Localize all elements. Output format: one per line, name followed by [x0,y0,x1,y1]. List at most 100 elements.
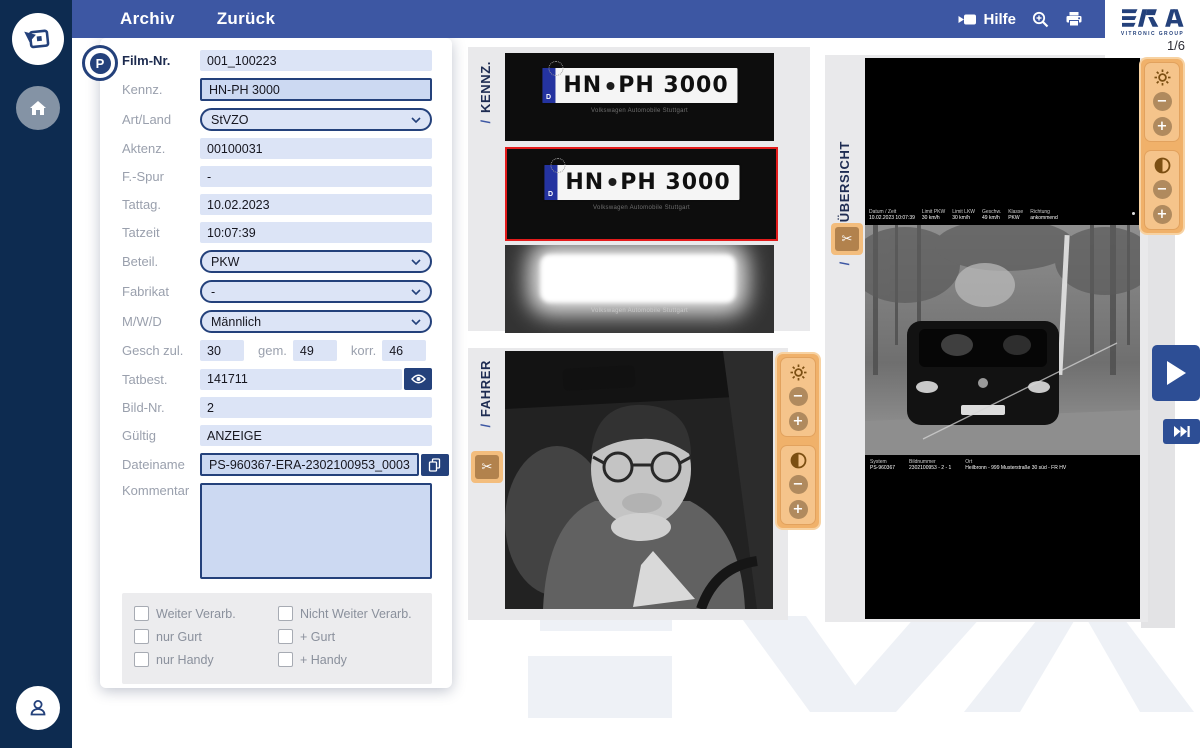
geschlecht-select[interactable]: Männlich [200,310,432,333]
telemetry-overlay: Datum / Zeit10.02.2023 10:07:39 Limit PK… [869,209,1058,221]
fabrikat-select[interactable]: - [200,280,432,303]
field-label: Film-Nr. [122,53,200,68]
checkbox-label: Nicht Weiter Verarb. [300,607,412,621]
plate-badge-icon [608,178,616,186]
select-value: PKW [211,255,239,269]
bild-nr-input[interactable]: 2 [200,397,432,418]
crop-overview-button[interactable]: ✂ [831,223,863,255]
fahrspur-input[interactable]: - [200,166,432,187]
field-label: Kommentar [122,483,200,498]
vitronic-emblem-icon [21,22,55,56]
select-value: Männlich [211,315,261,329]
field-label: Gültig [122,428,200,443]
checkbox-weiter-verarb[interactable]: Weiter Verarb. [134,606,278,621]
copy-icon [428,458,441,472]
case-form-card: P Film-Nr. 001_100223 Kennz. HN-PH 3000 … [100,38,452,688]
tatzeit-input[interactable]: 10:07:39 [200,222,432,243]
crop-driver-button[interactable]: ✂ [471,451,503,483]
plate-caption: Volkswagen Automobile Stuttgart [505,308,774,314]
checkbox-label: + Handy [300,653,347,667]
overview-scene [865,225,1140,455]
brightness-group: − + [1144,62,1180,142]
contrast-plus-button[interactable]: + [789,500,808,519]
tattag-input[interactable]: 10.02.2023 [200,194,432,215]
magnifier-plus-icon [1032,11,1049,28]
checkbox-nur-gurt[interactable]: nur Gurt [134,629,278,644]
license-plate: D HNPH 3000 [540,66,739,105]
gem-label: gem. [258,343,287,358]
page-indicator: 1/6 [1158,38,1194,53]
contrast-group: − + [780,445,816,525]
geschw-zulaessig-input[interactable]: 30 [200,340,244,361]
plate-image-1[interactable]: D HNPH 3000 Volkswagen Automobile Stuttg… [505,53,774,141]
brightness-icon [790,364,807,381]
aktenzeichen-input[interactable]: 00100031 [200,138,432,159]
menu-item-zurueck[interactable]: Zurück [217,9,275,29]
help-button[interactable]: Hilfe [958,11,1016,28]
zoom-button[interactable] [1032,11,1049,28]
fahrer-panel: / FAHRER [468,348,788,620]
status-dot [1132,212,1135,215]
checkbox-plus-handy[interactable]: + Handy [278,652,422,667]
dateiname-input[interactable]: PS-960367-ERA-2302100953_0003 [200,453,419,476]
plate-image-2-selected[interactable]: D HNPH 3000 Volkswagen Automobile Stuttg… [505,147,778,241]
brightness-minus-button[interactable]: − [1153,92,1172,111]
plate-image-3-overexposed[interactable]: Volkswagen Automobile Stuttgart [505,245,774,333]
checkbox-plus-gurt[interactable]: + Gurt [278,629,422,644]
plate-seal-icon [548,61,563,76]
art-land-select[interactable]: StVZO [200,108,432,131]
checkbox-box [278,652,293,667]
overexposed-plate-blob [540,254,736,303]
fahrer-panel-label: / FAHRER [478,360,493,428]
plate-badge-icon [606,82,614,90]
geschw-gemessen-input[interactable]: 49 [293,340,337,361]
checkbox-nur-handy[interactable]: nur Handy [134,652,278,667]
contrast-plus-button[interactable]: + [1153,205,1172,224]
field-label: M/W/D [122,314,200,329]
user-button[interactable] [16,686,60,730]
view-tatbestand-button[interactable] [404,368,432,390]
overview-image-controls: − + − + [1139,57,1185,235]
checkbox-box [278,606,293,621]
app-logo[interactable] [12,13,64,65]
film-nr-input[interactable]: 001_100223 [200,50,432,71]
sidebar [0,0,72,748]
bilduebersicht-panel: / BILDÜBERSICHT Datum / Zeit10.02.2023 1… [825,55,1148,622]
eye-icon [411,374,426,384]
field-label: Tattag. [122,197,200,212]
era-logo [1122,7,1184,29]
topbar-actions: Hilfe [958,0,1083,38]
brightness-plus-button[interactable]: + [789,412,808,431]
gueltig-input[interactable]: ANZEIGE [200,425,432,446]
field-label: Fabrikat [122,284,200,299]
printer-icon [1065,11,1083,27]
menu-item-archiv[interactable]: Archiv [120,9,175,29]
contrast-minus-button[interactable]: − [1153,180,1172,199]
overview-photo[interactable]: Datum / Zeit10.02.2023 10:07:39 Limit PK… [865,58,1140,619]
brightness-minus-button[interactable]: − [789,387,808,406]
contrast-icon [790,452,807,469]
driver-photo[interactable] [505,351,773,609]
contrast-minus-button[interactable]: − [789,475,808,494]
kommentar-textarea[interactable] [200,483,432,579]
copy-filename-button[interactable] [421,454,449,476]
license-plate: D HNPH 3000 [542,163,741,203]
kennzeichen-input[interactable]: HN-PH 3000 [200,78,432,101]
brightness-plus-button[interactable]: + [1153,117,1172,136]
user-icon [27,697,49,719]
contrast-icon [1154,157,1171,174]
skip-forward-icon [1174,426,1190,437]
speed-row: 30 gem. 49 korr. 46 [200,340,432,361]
next-case-button[interactable] [1152,345,1200,401]
skip-to-end-button[interactable] [1163,419,1200,444]
home-button[interactable] [16,86,60,130]
tatbestand-input[interactable]: 141711 [200,369,402,390]
processing-options-panel: Weiter Verarb. Nicht Weiter Verarb. nur … [122,593,432,684]
checkbox-nicht-weiter-verarb[interactable]: Nicht Weiter Verarb. [278,606,422,621]
chevron-down-icon [411,117,421,123]
field-label: Art/Land [122,112,200,127]
print-button[interactable] [1065,11,1083,27]
beteiligter-select[interactable]: PKW [200,250,432,273]
chevron-down-icon [411,259,421,265]
geschw-korrigiert-input[interactable]: 46 [382,340,426,361]
